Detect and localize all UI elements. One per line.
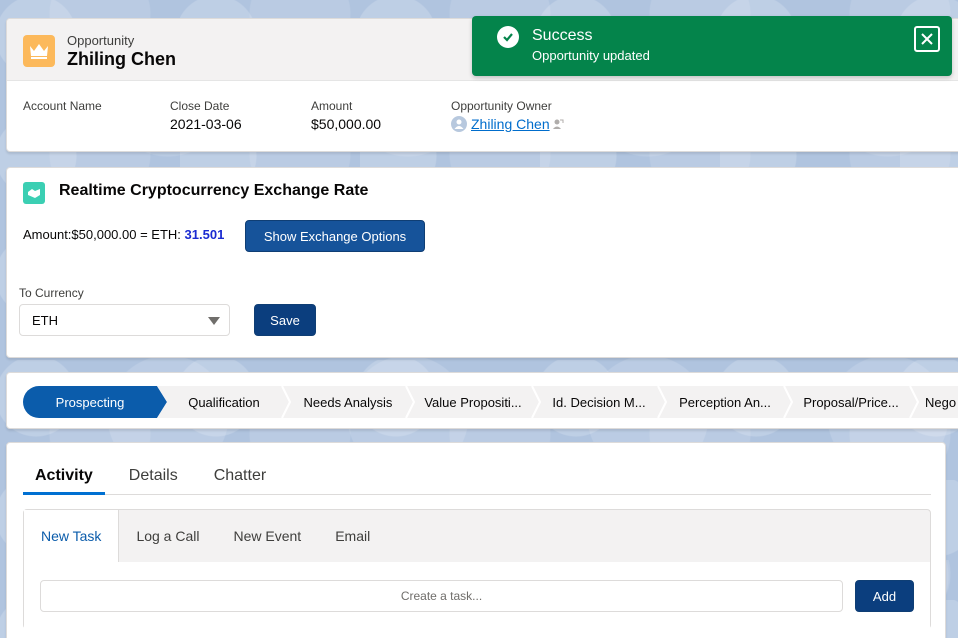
- path-stage-perception-analysis[interactable]: Perception An...: [667, 386, 783, 418]
- owner-avatar: [451, 116, 467, 132]
- to-currency-label: To Currency: [19, 286, 84, 300]
- path-chevron: [657, 386, 667, 418]
- record-tabs: Activity Details Chatter: [23, 455, 931, 495]
- sales-path: Prospecting Qualification Needs Analysis…: [23, 386, 958, 418]
- subtab-new-event[interactable]: New Event: [216, 510, 318, 562]
- field-opportunity-owner: Opportunity Owner Zhiling Chen: [451, 99, 564, 132]
- field-value: Zhiling Chen: [451, 116, 564, 132]
- success-toast: Success Opportunity updated: [472, 16, 952, 76]
- record-name: Zhiling Chen: [67, 49, 176, 69]
- path-chevron: [405, 386, 415, 418]
- path-stage-prospecting[interactable]: Prospecting: [23, 386, 157, 418]
- select-value: ETH: [32, 313, 58, 328]
- path-stage-needs-analysis[interactable]: Needs Analysis: [291, 386, 405, 418]
- field-label: Amount: [311, 99, 353, 113]
- close-icon[interactable]: [914, 26, 940, 52]
- tab-details[interactable]: Details: [117, 455, 190, 495]
- success-check-icon: [497, 26, 519, 48]
- object-type-label: Opportunity: [67, 33, 135, 48]
- crypto-exchange-card: Realtime Cryptocurrency Exchange Rate Am…: [6, 167, 958, 358]
- tab-chatter[interactable]: Chatter: [202, 455, 278, 495]
- path-stage-proposal-price-quote[interactable]: Proposal/Price...: [793, 386, 909, 418]
- publisher-body: Create a task... Add: [24, 562, 930, 629]
- add-button[interactable]: Add: [855, 580, 914, 612]
- amount-prefix: Amount:$50,000.00 = ETH:: [23, 227, 181, 242]
- toast-title: Success: [532, 27, 593, 44]
- subtab-email[interactable]: Email: [318, 510, 387, 562]
- owner-link[interactable]: Zhiling Chen: [471, 116, 550, 132]
- field-label: Opportunity Owner: [451, 99, 552, 113]
- card-title: Realtime Cryptocurrency Exchange Rate: [59, 182, 369, 199]
- path-stage-value-proposition[interactable]: Value Propositi...: [415, 386, 531, 418]
- save-button[interactable]: Save: [254, 304, 316, 336]
- change-owner-icon[interactable]: [552, 118, 564, 130]
- chevron-down-icon: [208, 317, 220, 325]
- handshake-icon: [23, 182, 45, 204]
- path-chevron: [281, 386, 291, 418]
- field-value: 2021-03-06: [170, 116, 242, 132]
- sales-path-card: Prospecting Qualification Needs Analysis…: [6, 372, 958, 429]
- path-stage-id-decision-makers[interactable]: Id. Decision M...: [541, 386, 657, 418]
- subtab-new-task[interactable]: New Task: [24, 510, 120, 562]
- field-value: $50,000.00: [311, 116, 382, 132]
- field-label: Account Name: [23, 99, 102, 113]
- path-chevron: [783, 386, 793, 418]
- field-account-name: Account Name: [23, 99, 102, 116]
- publisher-tabs: New Task Log a Call New Event Email: [24, 510, 930, 562]
- path-chevron: [157, 386, 167, 418]
- show-exchange-options-button[interactable]: Show Exchange Options: [245, 220, 425, 252]
- tab-activity[interactable]: Activity: [23, 455, 105, 495]
- amount-conversion: Amount:$50,000.00 = ETH: 31.501: [23, 227, 224, 242]
- path-chevron: [909, 386, 919, 418]
- toast-message: Opportunity updated: [532, 48, 650, 63]
- field-close-date: Close Date 2021-03-06: [170, 99, 242, 132]
- path-chevron: [531, 386, 541, 418]
- field-label: Close Date: [170, 99, 230, 113]
- eth-value: 31.501: [184, 227, 225, 242]
- to-currency-select[interactable]: ETH: [19, 304, 230, 336]
- create-task-input[interactable]: Create a task...: [40, 580, 843, 612]
- activity-card: Activity Details Chatter New Task Log a …: [6, 442, 946, 638]
- subtab-log-a-call[interactable]: Log a Call: [119, 510, 216, 562]
- publisher-panel: New Task Log a Call New Event Email Crea…: [23, 509, 931, 629]
- path-stage-negotiation[interactable]: Nego: [919, 386, 958, 418]
- path-stage-qualification[interactable]: Qualification: [167, 386, 281, 418]
- opportunity-crown-icon: [23, 35, 55, 67]
- field-amount: Amount $50,000.00: [311, 99, 381, 132]
